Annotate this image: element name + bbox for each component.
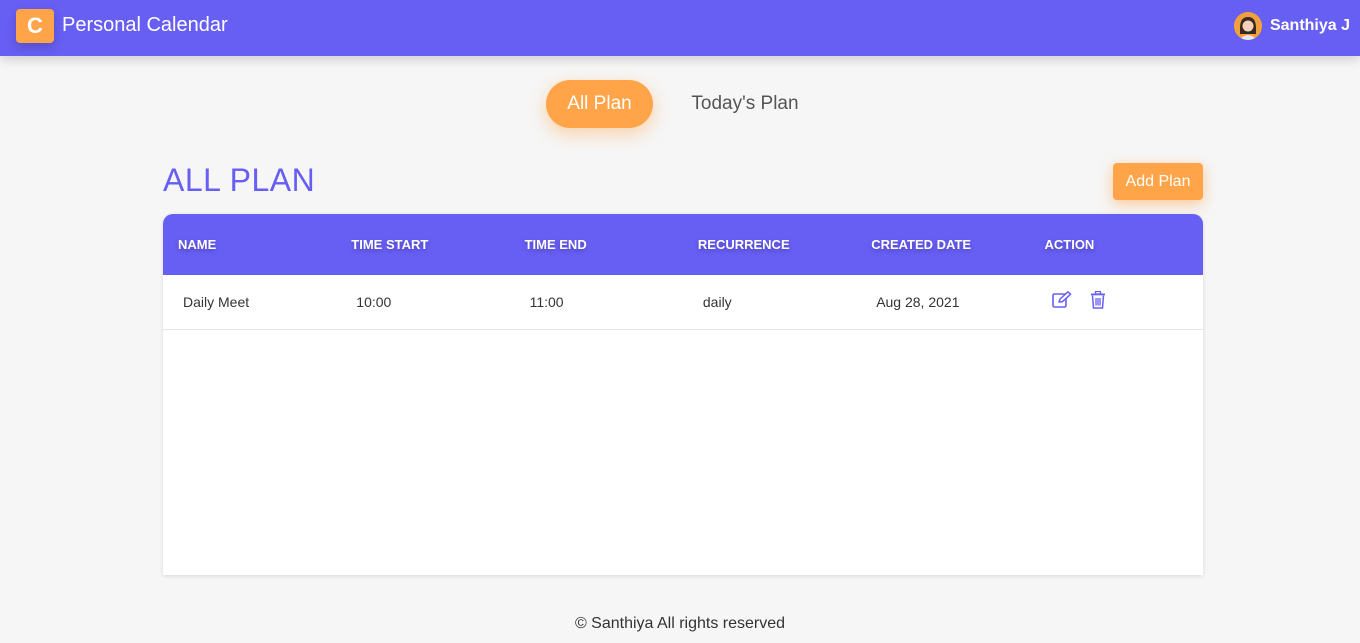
- cell-name: Daily Meet: [183, 294, 250, 310]
- app-title: Personal Calendar: [62, 14, 228, 36]
- top-navbar: C Personal Calendar Santhiya J: [0, 0, 1360, 56]
- column-header-time-end: TIME END: [524, 237, 587, 252]
- table-row: Daily Meet 10:00 11:00 daily Aug 28, 202…: [163, 275, 1203, 330]
- cell-time-start: 10:00: [356, 294, 392, 310]
- add-plan-button[interactable]: Add Plan: [1113, 163, 1203, 200]
- column-header-time-start: TIME START: [351, 237, 429, 252]
- avatar[interactable]: [1233, 12, 1262, 40]
- trash-icon[interactable]: [1087, 289, 1109, 311]
- cell-actions: [1029, 289, 1202, 311]
- column-header-name: NAME: [178, 237, 217, 252]
- column-header-action: ACTION: [1044, 237, 1095, 252]
- cell-time-end: 11:00: [529, 294, 564, 310]
- page-title: ALL PLAN: [163, 162, 316, 198]
- footer-copyright: © Santhiya All rights reserved: [574, 615, 786, 632]
- column-header-created-date: CREATED DATE: [871, 237, 972, 252]
- edit-icon[interactable]: [1051, 289, 1073, 311]
- column-header-recurrence: RECURRENCE: [697, 237, 790, 252]
- tab-all-plan[interactable]: All Plan: [546, 80, 653, 128]
- table-header: NAME TIME START TIME END RECURRENCE CREA…: [163, 214, 1203, 275]
- plans-table: NAME TIME START TIME END RECURRENCE CREA…: [163, 214, 1203, 575]
- tab-todays-plan[interactable]: Today's Plan: [682, 80, 808, 128]
- user-name[interactable]: Santhiya J: [1270, 17, 1350, 35]
- cell-created-date: Aug 28, 2021: [876, 294, 960, 310]
- user-menu[interactable]: Santhiya J: [1233, 12, 1350, 40]
- app-logo[interactable]: C: [16, 9, 54, 43]
- cell-recurrence: daily: [702, 294, 732, 310]
